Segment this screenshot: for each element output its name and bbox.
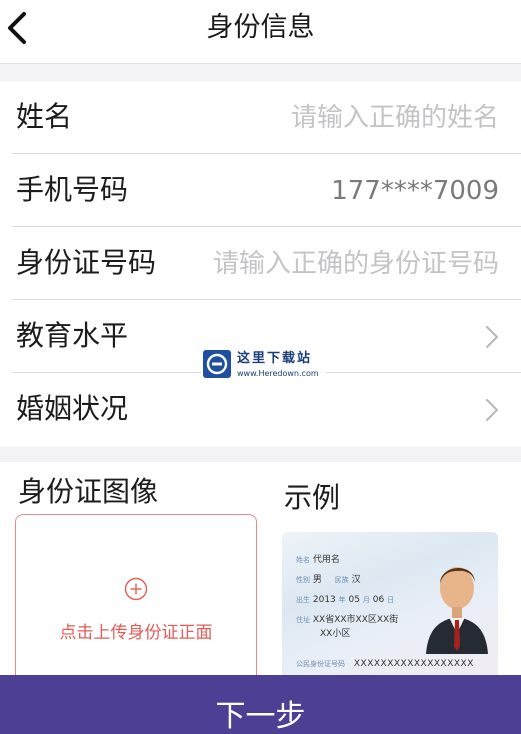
info-form: 姓名 请输入正确的姓名 手机号码 177****7009 身份证号码 请输入正确…: [0, 81, 521, 447]
watermark-url: www.Heredown.com: [237, 369, 319, 378]
education-label: 教育水平: [16, 319, 129, 352]
sample-portrait-image: [426, 567, 488, 654]
download-site-logo-icon: [203, 350, 231, 378]
sample-name-row: 姓名 代用名: [296, 554, 340, 566]
name-label: 姓名: [16, 100, 73, 133]
id-image-title: 身份证图像: [18, 475, 159, 508]
sample-id-card: 姓名 代用名 性别 男 民族 汉 出生 2013 年 05 月 06 日 住址 …: [282, 532, 498, 682]
chevron-right-icon: [486, 326, 498, 348]
name-row[interactable]: 姓名 请输入正确的姓名: [0, 81, 521, 154]
sample-gender-row: 性别 男 民族 汉: [296, 574, 361, 586]
sample-address-key: 住址: [296, 616, 310, 624]
phone-label: 手机号码: [16, 173, 129, 206]
next-step-button[interactable]: 下一步: [0, 675, 521, 734]
sample-name-key: 姓名: [296, 556, 310, 564]
sample-address-line1: XX省XX市XX区XX街: [312, 615, 399, 625]
sample-name: 代用名: [312, 555, 340, 565]
watermark-name: 这里下载站: [237, 351, 313, 366]
sample-gender: 男: [312, 575, 322, 585]
sample-ethnicity-key: 民族: [334, 576, 349, 584]
phone-input[interactable]: 177****7009: [331, 174, 499, 208]
sample-ethnicity: 汉: [351, 575, 361, 585]
id-number-label: 身份证号码: [16, 246, 157, 279]
sample-birth-year: 2013: [312, 595, 336, 605]
sample-year-unit: 年: [338, 596, 346, 604]
id-number-input[interactable]: 请输入正确的身份证号码: [213, 247, 499, 281]
sample-id-key: 公民身份证号码: [296, 660, 345, 668]
sample-id-row: 公民身份证号码 XXXXXXXXXXXXXXXXXX: [296, 658, 474, 670]
sample-day-unit: 日: [387, 596, 395, 604]
sample-address-row: 住址 XX省XX市XX区XX街: [296, 614, 398, 626]
page-title: 身份信息: [206, 12, 315, 43]
id-number-row[interactable]: 身份证号码 请输入正确的身份证号码: [0, 227, 521, 300]
sample-month-unit: 月: [362, 596, 370, 604]
upload-hint: 点击上传身份证正面: [59, 623, 213, 643]
plus-circle-icon: [124, 577, 148, 601]
name-input[interactable]: 请输入正确的姓名: [291, 101, 499, 135]
watermark-logo: 这里下载站 www.Heredown.com: [201, 348, 326, 384]
sample-id-number: XXXXXXXXXXXXXXXXXX: [353, 659, 474, 669]
id-image-section: 身份证图像 示例 点击上传身份证正面 姓名 代用名 性别 男 民族 汉 出生 2…: [0, 462, 521, 684]
sample-birth-row: 出生 2013 年 05 月 06 日: [296, 594, 394, 606]
chevron-right-icon: [486, 399, 498, 421]
phone-row[interactable]: 手机号码 177****7009: [0, 154, 521, 227]
nav-bar: 身份信息: [0, 0, 521, 64]
sample-gender-key: 性别: [296, 576, 310, 584]
upload-id-front-button[interactable]: 点击上传身份证正面: [15, 514, 257, 684]
marital-label: 婚姻状况: [16, 392, 129, 425]
sample-birth-key: 出生: [296, 596, 310, 604]
sample-address-line2: XX小区: [320, 629, 351, 639]
sample-birth-day: 06: [372, 595, 385, 605]
example-title: 示例: [284, 481, 341, 514]
sample-birth-month: 05: [348, 595, 360, 605]
